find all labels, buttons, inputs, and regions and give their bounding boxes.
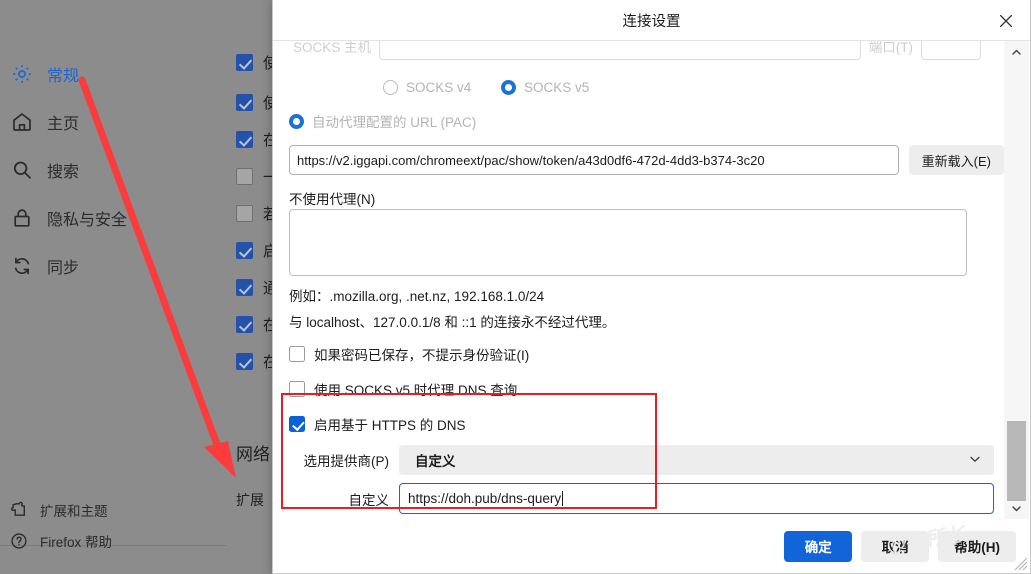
scroll-up-button[interactable] [1004,41,1029,63]
sidebar-item-label: 常规 [47,68,80,85]
help-button[interactable]: 帮助(H) [938,530,1016,562]
doh-custom-label: 自定义 [348,492,390,508]
gear-icon [10,62,34,86]
doh-provider-row: 选用提供商(P) 自定义 [289,445,994,475]
settings-sidebar: 常规 主页 搜索 隐私与安全 同步 扩展和主题 Firefox 帮助 [0,0,226,574]
cancel-button[interactable]: 取消 [861,530,930,562]
radio-socks-v4[interactable]: SOCKS v4 [383,80,471,95]
no-proxy-label: 不使用代理(N) [289,192,376,207]
dialog-scrollbar[interactable] [1004,41,1029,519]
radio-label: SOCKS v5 [524,80,590,95]
lock-icon [10,206,34,230]
radio-socks-v5[interactable]: SOCKS v5 [501,80,589,95]
checkbox-icon[interactable] [236,54,253,71]
socks-host-label: SOCKS 主机 [292,41,371,55]
home-icon [10,110,34,134]
dialog-body: SOCKS 主机 端口(T) SOCKS v4 SOCKS v5 自动代理配置的… [273,41,1030,573]
dialog-scroll-area: SOCKS 主机 端口(T) SOCKS v4 SOCKS v5 自动代理配置的… [273,41,1004,519]
no-proxy-textarea[interactable] [289,209,967,276]
sidebar-item-general[interactable]: 常规 [10,58,79,90]
sidebar-item-search[interactable]: 搜索 [10,154,79,186]
pac-reload-button[interactable]: 重新载入(E) [908,145,1004,175]
sidebar-item-sync[interactable]: 同步 [10,250,79,282]
checkbox-icon[interactable] [289,346,305,362]
doh-provider-select[interactable]: 自定义 [399,445,994,475]
doh-provider-value: 自定义 [415,454,456,469]
sidebar-item-label: Firefox 帮助 [40,535,113,550]
socks-host-row: SOCKS 主机 端口(T) [289,41,981,60]
checkbox-icon[interactable] [236,279,253,296]
no-proxy-note-text: 与 localhost、127.0.0.1/8 和 ::1 的连接永不经过代理。 [289,315,616,330]
pac-url-input[interactable]: https://v2.iggapi.com/chromeext/pac/show… [289,145,899,175]
dialog-titlebar: 连接设置 [273,0,1030,41]
bg-extension-label: 扩展 [236,492,264,508]
radio-icon[interactable] [383,80,398,95]
checkbox-icon[interactable] [289,381,305,397]
checkbox-icon[interactable] [236,94,253,111]
checkbox-label: 如果密码已保存，不提示身份验证(I) [314,348,530,363]
text-caret [562,491,564,506]
doh-custom-input[interactable]: https://doh.pub/dns-query [399,483,994,514]
radio-label: 自动代理配置的 URL (PAC) [312,115,477,130]
dialog-footer: 确定 取消 帮助(H) [273,519,1030,573]
connection-settings-dialog: 连接设置 SOCKS 主机 端口(T) SOCKS v4 SOCKS v5 自动… [272,0,1031,574]
radio-label: SOCKS v4 [406,80,472,95]
sidebar-item-label: 扩展和主题 [40,504,108,519]
checkbox-icon[interactable] [236,242,253,259]
chevron-down-icon [968,452,982,469]
sidebar-item-extensions-themes[interactable]: 扩展和主题 [10,497,108,523]
bg-section-title-network: 网络 [236,445,270,464]
radio-icon[interactable] [501,80,516,95]
radio-icon[interactable] [289,113,304,129]
doh-custom-value: https://doh.pub/dns-query [408,491,562,506]
checkbox-no-auth-prompt[interactable]: 如果密码已保存，不提示身份验证(I) [289,344,529,364]
dialog-title: 连接设置 [622,13,681,30]
pac-url-row: https://v2.iggapi.com/chromeext/pac/show… [289,145,1004,175]
checkbox-label: 启用基于 HTTPS 的 DNS [314,418,466,433]
radio-pac-url[interactable]: 自动代理配置的 URL (PAC) [289,111,476,131]
help-circle-icon [10,532,28,550]
puzzle-icon [10,501,28,519]
checkbox-enable-doh[interactable]: 启用基于 HTTPS 的 DNS [289,414,466,434]
doh-provider-label: 选用提供商(P) [303,454,390,469]
checkbox-label: 使用 SOCKS v5 时代理 DNS 查询 [314,383,518,398]
checkbox-icon[interactable] [236,131,253,148]
sidebar-item-privacy-security[interactable]: 隐私与安全 [10,202,127,234]
sidebar-item-firefox-help[interactable]: Firefox 帮助 [10,528,112,554]
socks-port-label: 端口(T) [868,41,913,55]
sidebar-item-home[interactable]: 主页 [10,106,79,138]
sidebar-item-label: 搜索 [47,164,80,181]
scrollbar-thumb[interactable] [1007,421,1026,501]
socks-host-input[interactable] [379,41,861,60]
sidebar-item-label: 隐私与安全 [47,212,128,229]
checkbox-icon[interactable] [236,316,253,333]
socks-port-input[interactable] [921,41,981,60]
checkbox-icon[interactable] [236,205,253,222]
checkbox-icon[interactable] [236,353,253,370]
close-icon[interactable] [992,7,1020,35]
search-icon [10,158,34,182]
checkbox-icon[interactable] [289,416,305,432]
ok-button[interactable]: 确定 [784,530,853,562]
sync-icon [10,254,34,278]
no-proxy-example-text: 例如：.mozilla.org, .net.nz, 192.168.1.0/24 [289,289,545,304]
scrollbar-track[interactable] [1004,63,1029,501]
checkbox-proxy-dns-socks5[interactable]: 使用 SOCKS v5 时代理 DNS 查询 [289,379,517,399]
checkbox-icon[interactable] [236,168,253,185]
doh-custom-row: 自定义 https://doh.pub/dns-query [289,483,994,514]
sidebar-item-label: 主页 [47,116,80,133]
sidebar-item-label: 同步 [47,260,80,277]
